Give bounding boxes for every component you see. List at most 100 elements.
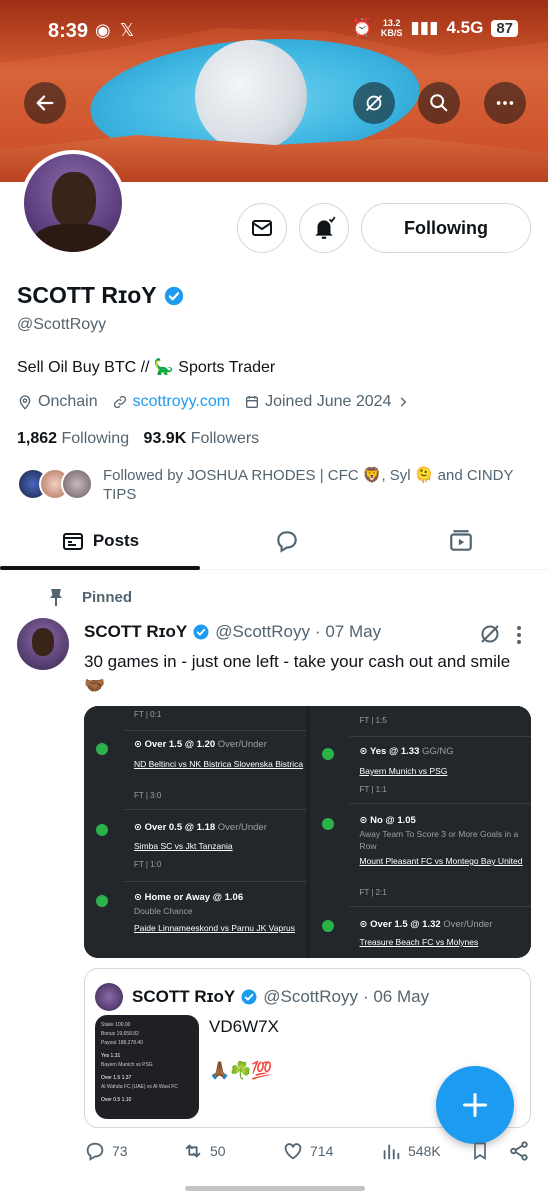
quote-emoji: 🙏🏾☘️💯 [209,1061,273,1080]
profile-meta: Onchain scottroyy.com Joined June 2024 [17,393,410,411]
pinned-indicator: Pinned [48,588,132,606]
verified-badge-icon[interactable] [163,285,185,307]
repost-button[interactable]: 50 [182,1140,226,1162]
search-button[interactable] [418,82,460,124]
post-author-avatar[interactable] [17,618,69,670]
replies-tab-icon [277,531,297,553]
more-button[interactable] [484,82,526,124]
divider [349,803,531,804]
views-button[interactable]: 548K [380,1140,441,1162]
following-button[interactable]: Following [361,203,531,253]
compose-button[interactable] [436,1066,514,1144]
back-button[interactable] [24,82,66,124]
post-author-name[interactable]: SCOTT RɪoY [84,622,187,642]
bet-match: Paide Linnameeskond vs Parnu JK Vaprus [134,923,295,933]
bet-slip-right: FT | 1:5 ⊙ Yes @ 1.33 GG/NG Bayern Munic… [309,706,531,958]
chevron-right-icon [401,397,407,407]
back-arrow-icon [36,95,54,111]
bet-match: Simba SC vs Jkt Tanzania [134,841,233,851]
divider [124,881,306,882]
divider [124,809,306,810]
network-type: 4.5G [446,18,484,37]
bet-match: Treasure Beach FC vs Molynes [359,937,479,947]
post-text: 30 games in - just one left - take your … [84,652,511,695]
media-tab-icon [450,530,472,551]
like-button[interactable]: 714 [282,1140,333,1162]
post-image[interactable]: FT | 0:1 ⊙ Over 1.5 @ 1.20 Over/Under ND… [84,706,531,958]
status-right: ⏰ 13.2 KB/S ▮▮▮ 4.5G 87 [352,18,518,38]
profile-bio: Sell Oil Buy BTC // 🦕 Sports Trader [17,359,276,376]
divider [124,730,306,731]
posts-tab-icon [62,533,83,550]
followed-by-row[interactable]: Followed by JOSHUA RHODES | CFC 🦁, Syl 🫠… [17,466,537,506]
verified-badge-icon [241,989,257,1005]
plus-icon [462,1092,488,1118]
status-time: 8:39 [48,20,89,42]
tab-posts-label: Posts [92,531,140,550]
profile-tabs: Posts [0,512,548,570]
ft-score: FT | 1:0 [134,860,162,869]
avatar-face [52,172,96,228]
post-more-icon[interactable] [510,624,528,646]
bet-match: Mount Pleasant FC vs Montego Bay United [359,856,523,866]
following-count-link[interactable]: 1,862 Following [17,430,129,447]
check-icon [321,920,334,932]
quote-header: SCOTT RɪoY @ScottRoyy · 06 May [95,983,429,1011]
more-icon [496,101,514,105]
followed-by-text: Followed by JOSHUA RHODES | CFC 🦁, Syl 🫠… [103,467,514,503]
tab-replies[interactable] [200,512,374,570]
check-icon [96,895,108,907]
tab-posts[interactable]: Posts [0,512,200,570]
ft-score: FT | 2:1 [359,888,387,897]
website-link[interactable]: scottroyy.com [133,393,231,411]
heart-icon [284,1143,302,1160]
home-indicator[interactable] [185,1186,365,1191]
quote-text: VD6W7X [209,1017,279,1036]
joined-item[interactable]: Joined June 2024 [244,393,410,411]
views-count: 548K [408,1143,441,1159]
profile-name-row: SCOTT RɪoY [17,282,185,309]
alarm-icon: ⏰ [351,18,373,37]
quote-author-name: SCOTT RɪoY [132,987,236,1006]
profile-avatar[interactable] [20,150,126,256]
grok-icon[interactable] [478,622,502,646]
ft-score: FT | 1:5 [359,716,387,725]
post-author-handle[interactable]: @ScottRoyy [215,622,310,642]
notifications-button[interactable] [299,203,349,253]
post-header: SCOTT RɪoY @ScottRoyy · 07 May [84,622,381,642]
bet-slip-left: FT | 0:1 ⊙ Over 1.5 @ 1.20 Over/Under ND… [84,706,306,958]
quote-date: · 06 May [362,987,430,1006]
check-icon [321,818,334,830]
repost-icon [185,1144,201,1158]
reply-button[interactable]: 73 [84,1140,128,1162]
profile-handle: @ScottRoyy [17,316,107,333]
divider [349,906,531,907]
bookmark-button[interactable] [470,1140,490,1162]
check-icon [321,748,334,760]
network-speed: 13.2 KB/S [380,18,403,38]
share-button[interactable] [508,1140,530,1162]
ft-score: FT | 0:1 [134,710,162,719]
verified-badge-icon [193,624,209,640]
avatar-face [32,628,54,656]
x-logo-icon: 𝕏 [119,20,135,40]
profile-name: SCOTT RɪoY [17,282,157,308]
whatsapp-icon: ◉ [95,20,111,40]
ft-score: FT | 3:0 [134,791,162,800]
pin-icon [50,589,62,606]
pinned-label: Pinned [82,588,133,606]
quote-author-avatar [95,983,123,1011]
signal-icon: ▮▮▮ [410,18,439,37]
calendar-icon [246,396,259,408]
check-icon [96,824,108,836]
followers-count-link[interactable]: 93.9K Followers [144,430,260,447]
website-item[interactable]: scottroyy.com [112,393,231,411]
bet-market: Double Chance [134,906,193,916]
quote-image[interactable]: Stake 100.00 Bonus 19,658.82 Payout 188,… [95,1015,199,1119]
bet-title: ⊙ Over 1.5 @ 1.32 Over/Under [359,919,493,930]
tab-media[interactable] [374,512,548,570]
message-button[interactable] [237,203,287,253]
grok-button[interactable] [353,82,395,124]
grok-icon [366,95,382,111]
post-date[interactable]: · 07 May [315,622,381,642]
